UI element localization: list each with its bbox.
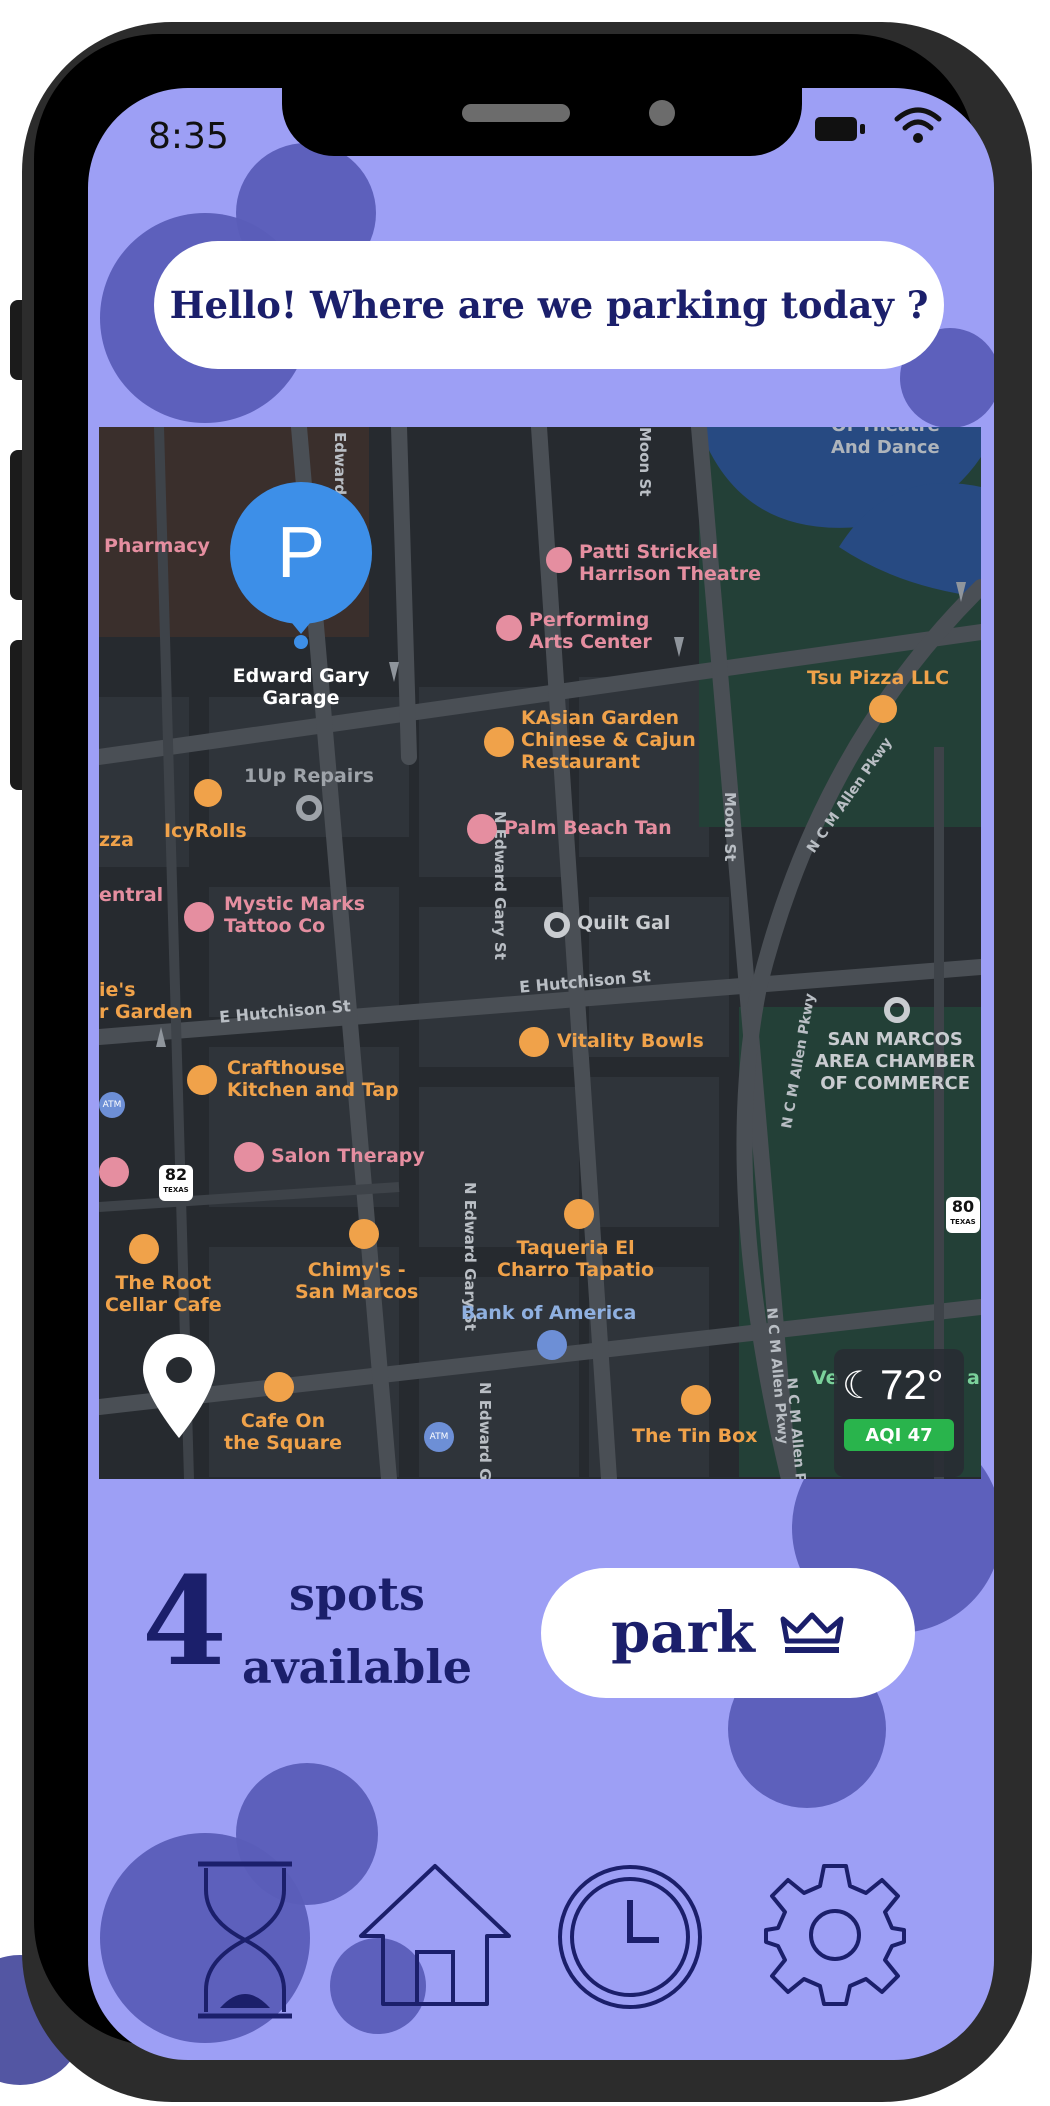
clock-icon[interactable]	[555, 1862, 705, 2012]
salon-icon	[99, 1157, 129, 1187]
spa-icon	[467, 814, 497, 844]
place-label: Cafe On the Square	[224, 1410, 342, 1454]
theatre-icon	[546, 547, 572, 573]
place-label: Mystic Marks Tattoo Co	[224, 893, 366, 937]
park-button-label: park	[611, 1600, 755, 1666]
wifi-icon	[894, 107, 942, 143]
place-label: Bank of America	[461, 1302, 637, 1324]
battery-icon	[815, 117, 865, 141]
crown-icon	[780, 1612, 844, 1653]
shop-icon	[681, 1385, 711, 1415]
place-label: Chimy's - San Marcos	[295, 1259, 419, 1303]
place-label: Crafthouse Kitchen and Tap	[227, 1057, 399, 1101]
place-label: The Tin Box	[632, 1425, 758, 1447]
cup-icon	[519, 1027, 549, 1057]
route-80-shield: 80 TEXAS	[946, 1197, 980, 1233]
parking-pin[interactable]: P	[230, 482, 372, 624]
aqi-badge: AQI 47	[844, 1419, 954, 1451]
place-label: Palm Beach Tan	[504, 817, 672, 839]
bar-icon	[187, 1065, 217, 1095]
salon-icon	[234, 1142, 264, 1172]
street-label: Moon St	[721, 792, 739, 862]
restaurant-icon	[564, 1199, 594, 1229]
tattoo-icon	[184, 902, 214, 932]
place-label: Taqueria El Charro Tapatio	[497, 1237, 655, 1281]
restaurant-icon	[484, 727, 514, 757]
status-time: 8:35	[148, 116, 229, 157]
place-label: entral	[99, 884, 164, 906]
icecream-icon	[194, 779, 222, 807]
place-label: SAN MARCOS AREA CHAMBER OF COMMERCE	[815, 1029, 976, 1094]
office-icon	[884, 997, 910, 1023]
pin-label: Edward Gary Garage	[232, 665, 370, 709]
place-label: zza	[99, 829, 134, 851]
speaker	[462, 104, 570, 122]
place-label: Of TheatreAnd Dance	[831, 427, 940, 458]
weather-widget: ☾ 72° AQI 47	[834, 1349, 964, 1477]
moon-icon: ☾	[842, 1363, 877, 1407]
available-label: available	[242, 1640, 472, 1694]
place-label: a	[967, 1367, 980, 1389]
gear-icon[interactable]	[760, 1860, 910, 2010]
front-camera	[649, 100, 675, 126]
pizza-icon	[869, 695, 897, 723]
theatre-icon	[496, 615, 522, 641]
atm-icon: ATM	[99, 1092, 125, 1118]
place-label: ie's r Garden	[99, 979, 193, 1023]
weather-temp: 72°	[880, 1361, 944, 1408]
park-button[interactable]: park	[541, 1568, 915, 1698]
place-label: Performing Arts Center	[529, 609, 652, 653]
restaurant-icon	[264, 1372, 294, 1402]
atm-icon: ATM	[424, 1422, 454, 1452]
place-label: Quilt Gal	[577, 912, 671, 934]
hourglass-icon[interactable]	[190, 1860, 300, 2020]
greeting-banner: Hello! Where are we parking today ?	[154, 241, 944, 369]
place-label: IcyRolls	[164, 820, 247, 842]
street-label: Moon St	[636, 427, 654, 497]
bank-icon	[537, 1330, 567, 1360]
place-label: Tsu Pizza LLC	[807, 667, 950, 689]
restaurant-icon	[129, 1234, 159, 1264]
place-label: KAsian Garden Chinese & Cajun Restaurant	[521, 707, 696, 773]
spots-count: 4	[142, 1549, 227, 1693]
pin-pointer	[283, 612, 319, 649]
place-label: 1Up Repairs	[244, 765, 374, 787]
map-view[interactable]: Edward Gary St N Edward Gary St N Edward…	[99, 427, 981, 1479]
place-label: Pharmacy	[104, 535, 210, 557]
spots-label: spots	[289, 1567, 425, 1621]
place-label: Patti Strickel Harrison Theatre	[579, 541, 762, 585]
current-location-button[interactable]	[139, 1332, 219, 1442]
home-icon[interactable]	[355, 1860, 515, 2010]
place-label: The Root Cellar Cafe	[105, 1272, 222, 1316]
place-label: Vitality Bowls	[557, 1030, 704, 1052]
shop-icon	[544, 912, 570, 938]
route-82-shield: 82 TEXAS	[159, 1165, 193, 1201]
street-label: N Edward Ga	[476, 1382, 494, 1479]
repair-icon	[296, 795, 322, 821]
notch	[282, 88, 802, 156]
place-label: Salon Therapy	[271, 1145, 425, 1167]
restaurant-icon	[349, 1219, 379, 1249]
